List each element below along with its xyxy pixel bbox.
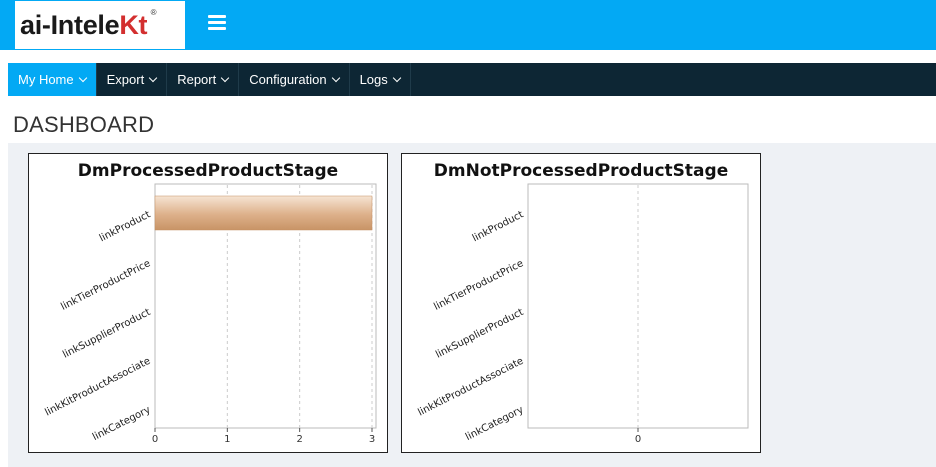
y-category-label: linkKitProductAssociate — [43, 356, 152, 419]
y-category-label: linkSupplierProduct — [434, 307, 525, 361]
bar — [154, 195, 373, 231]
nav-item-label: Configuration — [249, 72, 327, 87]
nav-item-report[interactable]: Report — [167, 63, 240, 96]
y-category-label: linkCategory — [464, 404, 526, 443]
y-category-label: linkKitProductAssociate — [416, 356, 525, 419]
x-tick-label: 0 — [152, 434, 158, 445]
nav-item-label: Logs — [359, 72, 388, 87]
nav-item-configuration[interactable]: Configuration — [239, 63, 350, 96]
x-tick-label: 1 — [224, 434, 230, 445]
chart-panel-not-processed: DmNotProcessedProductStage 0 linkProduct li… — [401, 153, 761, 453]
chevron-down-icon — [392, 73, 402, 83]
x-tick-label: 3 — [369, 434, 375, 445]
x-tick-label: 2 — [296, 434, 302, 445]
chevron-down-icon — [78, 73, 87, 83]
dashboard-content: DmProcessedProductStage 0 1 2 3 linkProduct li… — [8, 143, 936, 467]
nav-item-logs[interactable]: Logs — [350, 63, 411, 96]
nav-item-label: Report — [177, 72, 217, 87]
y-category-label: linkTierProductPrice — [59, 258, 152, 313]
nav-item-label: Export — [106, 72, 145, 87]
processed-product-stage-chart: DmProcessedProductStage 0 1 2 3 linkProduct li… — [43, 161, 377, 445]
top-header-bar: ai-InteleKt ® — [0, 0, 936, 50]
not-processed-product-stage-chart: DmNotProcessedProductStage 0 linkProduct li… — [416, 161, 749, 445]
page-title: DASHBOARD — [13, 112, 155, 137]
chevron-down-icon — [220, 73, 230, 83]
x-tick-label: 0 — [635, 434, 641, 445]
nav-item-label: My Home — [18, 72, 74, 87]
main-navigation: My Home Export Report Configuration Logs — [8, 63, 936, 96]
y-category-label: linkCategory — [91, 404, 153, 443]
logo-wordmark: ai-InteleKt ® — [20, 7, 157, 40]
chevron-down-icon — [331, 73, 340, 83]
y-category-label: linkSupplierProduct — [61, 307, 152, 361]
y-category-label: linkProduct — [98, 209, 153, 244]
chart-title: DmProcessedProductStage — [78, 161, 338, 181]
chevron-down-icon — [148, 73, 158, 83]
nav-item-my-home[interactable]: My Home — [8, 63, 97, 96]
y-category-label: linkTierProductPrice — [432, 258, 525, 313]
chart-title: DmNotProcessedProductStage — [434, 161, 728, 181]
app-logo[interactable]: ai-InteleKt ® — [15, 1, 185, 49]
nav-item-export[interactable]: Export — [97, 63, 168, 96]
hamburger-menu-icon[interactable] — [208, 15, 226, 31]
chart-panel-processed: DmProcessedProductStage 0 1 2 3 linkProduct li… — [28, 153, 388, 453]
y-category-label: linkProduct — [471, 209, 526, 244]
